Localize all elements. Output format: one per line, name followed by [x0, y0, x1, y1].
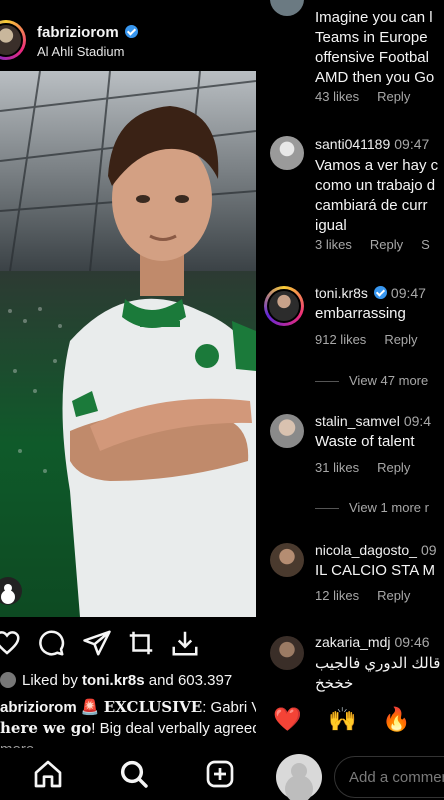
comment-meta: 912 likes Reply — [315, 332, 436, 347]
author-username[interactable]: fabriziorom — [37, 24, 138, 41]
comment-time: 09:47 — [394, 136, 430, 152]
raised-hands-reaction[interactable]: 🙌 — [328, 706, 357, 733]
liked-by[interactable]: Liked by toni.kr8s and 603.397 — [0, 672, 256, 689]
reply-button[interactable]: Reply — [370, 237, 403, 252]
see-translation-link[interactable]: S — [421, 237, 430, 252]
quick-reactions-bar: ❤️ 🙌 🔥 — [256, 692, 444, 748]
commenter-avatar-story-ring[interactable] — [264, 286, 304, 326]
post-panel: fabriziorom Al Ahli Stadium Liked by ton… — [0, 0, 256, 800]
post-header: fabriziorom Al Ahli Stadium — [0, 18, 256, 68]
post-photo[interactable] — [0, 71, 256, 617]
author-avatar[interactable] — [0, 20, 26, 60]
search-icon[interactable] — [118, 758, 150, 790]
comment-time: 09:46 — [394, 634, 430, 650]
comment-text: Vamos a ver hay c como un trabajo d camb… — [315, 157, 439, 234]
caption-alarm-emoji: 🚨 — [80, 699, 100, 716]
heart-reaction[interactable]: ❤️ — [273, 706, 302, 733]
comment-meta: 43 likes Reply — [315, 89, 428, 104]
comment-user[interactable]: nicola_dagosto_ — [315, 542, 417, 558]
verified-badge-icon — [124, 25, 138, 38]
reply-button[interactable]: Reply — [377, 89, 410, 104]
author-username-text[interactable]: fabriziorom — [37, 24, 119, 41]
caption-line2: ! Big deal verbally agreed — [91, 720, 256, 737]
comment-username[interactable]: stalin_samvel 09:4 — [315, 413, 431, 429]
comment-likes[interactable]: 912 likes — [315, 332, 366, 347]
liker-avatar — [0, 672, 16, 688]
liked-by-user[interactable]: toni.kr8s — [82, 672, 145, 689]
reply-button[interactable]: Reply — [377, 460, 410, 475]
view-more-replies[interactable]: View 1 more r — [315, 500, 429, 515]
comment-likes[interactable]: 31 likes — [315, 460, 359, 475]
comment-likes[interactable]: 12 likes — [315, 588, 359, 603]
caption-here-we-go: here we go — [0, 719, 92, 737]
comment-time: 09 — [420, 542, 437, 558]
commenter-avatar[interactable] — [270, 636, 304, 670]
download-icon[interactable] — [170, 628, 200, 658]
comment-text: Waste of talent — [315, 433, 415, 450]
post-location[interactable]: Al Ahli Stadium — [37, 44, 124, 59]
commenter-avatar[interactable] — [270, 543, 304, 577]
fire-reaction[interactable]: 🔥 — [382, 706, 411, 733]
comment-likes[interactable]: 43 likes — [315, 89, 359, 104]
caption-username[interactable]: abriziorom — [0, 699, 77, 716]
add-comment-input[interactable] — [334, 756, 444, 798]
commenter-avatar[interactable] — [270, 414, 304, 448]
liked-by-count[interactable]: and 603.397 — [149, 672, 232, 689]
verified-badge-icon — [373, 286, 387, 299]
commenter-avatar[interactable] — [270, 136, 304, 170]
comment-user[interactable]: santi041189 — [315, 136, 390, 152]
repost-icon[interactable] — [126, 628, 156, 658]
comment-username[interactable]: nicola_dagosto_ 09 — [315, 542, 437, 558]
comment-text: IL CALCIO STA M — [315, 562, 436, 579]
comment-bubble-icon[interactable] — [36, 628, 66, 658]
bottom-nav — [0, 748, 256, 800]
comment-meta: 3 likes Reply S — [315, 237, 444, 252]
comments-panel: Imagine you can l Teams in Europe offens… — [256, 0, 444, 800]
reply-button[interactable]: Reply — [377, 588, 410, 603]
comment-username[interactable]: toni.kr8s 09:47 — [315, 285, 426, 301]
comment-text: Imagine you can l Teams in Europe offens… — [315, 9, 435, 86]
comment-user[interactable]: zakaria_mdj — [315, 634, 390, 650]
commenter-avatar[interactable] — [270, 0, 304, 16]
liked-by-prefix: Liked by — [22, 672, 78, 689]
comment-likes[interactable]: 3 likes — [315, 237, 352, 252]
comment-time: 09:47 — [390, 285, 426, 301]
comment-meta: 31 likes Reply — [315, 460, 428, 475]
comment-user[interactable]: stalin_samvel — [315, 413, 400, 429]
player-illustration — [0, 71, 256, 617]
comment-username[interactable]: zakaria_mdj 09:46 — [315, 634, 430, 650]
post-actions — [0, 628, 256, 662]
comment-meta: 12 likes Reply — [315, 588, 428, 603]
current-user-avatar — [276, 754, 322, 800]
comment-text: قالك الدوري فالجيب خخخخ — [315, 655, 441, 692]
comment-text: embarrassing — [315, 305, 406, 322]
home-icon[interactable] — [32, 758, 64, 790]
comment-user[interactable]: toni.kr8s — [315, 285, 368, 301]
add-comment-row — [256, 748, 444, 800]
comment-username[interactable]: santi041189 09:47 — [315, 136, 429, 152]
comment-time: 09:4 — [403, 413, 432, 429]
caption-line1: : Gabri V — [202, 699, 256, 716]
create-post-icon[interactable] — [204, 758, 236, 790]
like-heart-icon[interactable] — [0, 628, 22, 658]
caption-exclusive: EXCLUSIVE — [103, 698, 203, 716]
share-send-icon[interactable] — [82, 628, 112, 658]
reply-button[interactable]: Reply — [384, 332, 417, 347]
view-more-replies[interactable]: View 47 more — [315, 373, 428, 388]
